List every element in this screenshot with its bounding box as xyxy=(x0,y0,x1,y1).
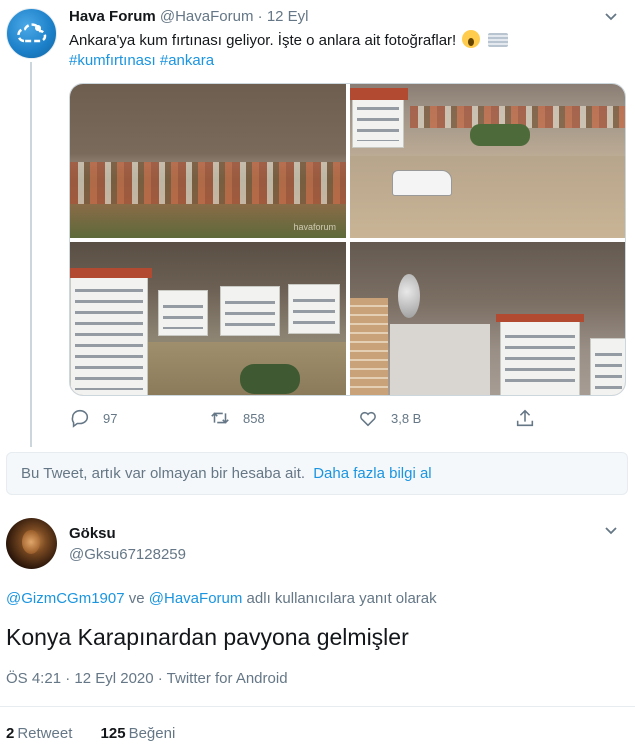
thread-line xyxy=(30,62,32,447)
share-icon xyxy=(516,409,534,427)
tweet-actions: 97 858 3,8 B xyxy=(69,405,589,431)
tweet-text-content: Ankara'ya kum fırtınası geliyor. İşte o … xyxy=(69,32,457,49)
trees xyxy=(240,364,300,394)
replying-joiner: ve xyxy=(128,590,145,607)
building xyxy=(70,274,148,395)
building xyxy=(220,286,280,336)
building xyxy=(288,284,340,334)
rooftops xyxy=(70,162,346,204)
fog-icon xyxy=(487,33,508,47)
notice-text: Bu Tweet, artık var olmayan bir hesaba a… xyxy=(21,465,306,482)
tweet-header: Hava Forum @HavaForum · 12 Eyl xyxy=(69,8,309,26)
building xyxy=(590,338,625,395)
chevron-down-icon[interactable] xyxy=(601,520,621,540)
brick-wall xyxy=(350,298,388,395)
heart-icon xyxy=(360,411,376,427)
reply-timestamp[interactable]: ÖS 4:21 · 12 Eyl 2020 · Twitter for Andr… xyxy=(6,670,288,687)
share-button[interactable] xyxy=(514,405,536,431)
hashtag-kumfirtinasi[interactable]: #kumfırtınası xyxy=(69,52,156,69)
reply-count: 97 xyxy=(103,410,118,426)
retweet-count: 858 xyxy=(243,410,265,426)
tweet-text: Ankara'ya kum fırtınası geliyor. İşte o … xyxy=(69,30,569,51)
replying-to: @GizmCGm1907 ve @HavaForum adlı kullanıc… xyxy=(6,590,437,607)
reply-icon xyxy=(71,409,89,428)
reply-stats: 2 Retweet 125 Beğeni xyxy=(6,725,175,742)
like-button[interactable]: 3,8 B xyxy=(357,405,421,431)
likes-stat[interactable]: 125 Beğeni xyxy=(101,725,176,742)
retweets-label: Retweet xyxy=(17,725,73,742)
white-car xyxy=(392,170,452,196)
building xyxy=(158,290,208,336)
photo-satellite-dish[interactable] xyxy=(350,242,625,395)
reply-text: Konya Karapınardan pavyona gelmişler xyxy=(6,624,409,650)
photo-dust-storm-over-town[interactable]: havaforum xyxy=(70,84,346,238)
hashtags: #kumfırtınası #ankara xyxy=(69,51,214,71)
retweet-icon xyxy=(211,412,229,424)
photo-street-with-car[interactable] xyxy=(350,84,625,238)
trees xyxy=(470,124,530,146)
retweets-stat[interactable]: 2 Retweet xyxy=(6,725,77,742)
satellite-dish xyxy=(398,274,420,318)
likes-label: Beğeni xyxy=(128,725,176,742)
deleted-account-notice: Bu Tweet, artık var olmayan bir hesaba a… xyxy=(6,452,628,495)
reply-author-handle[interactable]: @Gksu67128259 xyxy=(69,546,186,563)
roof xyxy=(496,314,584,322)
watermark: havaforum xyxy=(293,222,336,232)
retweets-count: 2 xyxy=(6,725,15,742)
retweet-button[interactable]: 858 xyxy=(209,405,265,431)
building xyxy=(500,320,580,395)
roof xyxy=(70,268,152,278)
photo-apartment-blocks[interactable] xyxy=(70,242,346,395)
photo-grid: havaforum xyxy=(69,83,626,396)
tweet-date[interactable]: 12 Eyl xyxy=(267,8,309,25)
replying-suffix: adlı kullanıcılara yanıt olarak xyxy=(246,590,437,607)
reply-button[interactable]: 97 xyxy=(69,405,117,431)
dirt-lot xyxy=(350,156,625,238)
chevron-down-icon[interactable] xyxy=(601,6,621,26)
likes-count: 125 xyxy=(100,725,126,742)
author-name[interactable]: Hava Forum xyxy=(69,8,156,25)
cloud-sun-icon xyxy=(17,23,47,43)
goksu-avatar[interactable] xyxy=(6,518,57,569)
hava-forum-avatar[interactable] xyxy=(6,8,57,59)
divider xyxy=(0,706,635,707)
hashtag-ankara[interactable]: #ankara xyxy=(160,52,214,69)
building xyxy=(352,92,404,148)
face-screaming-in-fear-icon xyxy=(462,30,481,48)
reply-author-name[interactable]: Göksu xyxy=(69,525,116,542)
learn-more-link[interactable]: Daha fazla bilgi al xyxy=(313,465,431,482)
author-handle[interactable]: @HavaForum xyxy=(160,8,254,25)
original-tweet[interactable]: Hava Forum @HavaForum · 12 Eyl Ankara'ya… xyxy=(0,0,635,447)
like-count: 3,8 B xyxy=(391,410,422,426)
separator-dot: · xyxy=(257,8,263,25)
mention-gizmcgm1907[interactable]: @GizmCGm1907 xyxy=(6,590,125,607)
mention-havaforum[interactable]: @HavaForum xyxy=(149,590,243,607)
roof xyxy=(350,88,408,100)
wall xyxy=(390,324,490,395)
field xyxy=(70,204,346,238)
